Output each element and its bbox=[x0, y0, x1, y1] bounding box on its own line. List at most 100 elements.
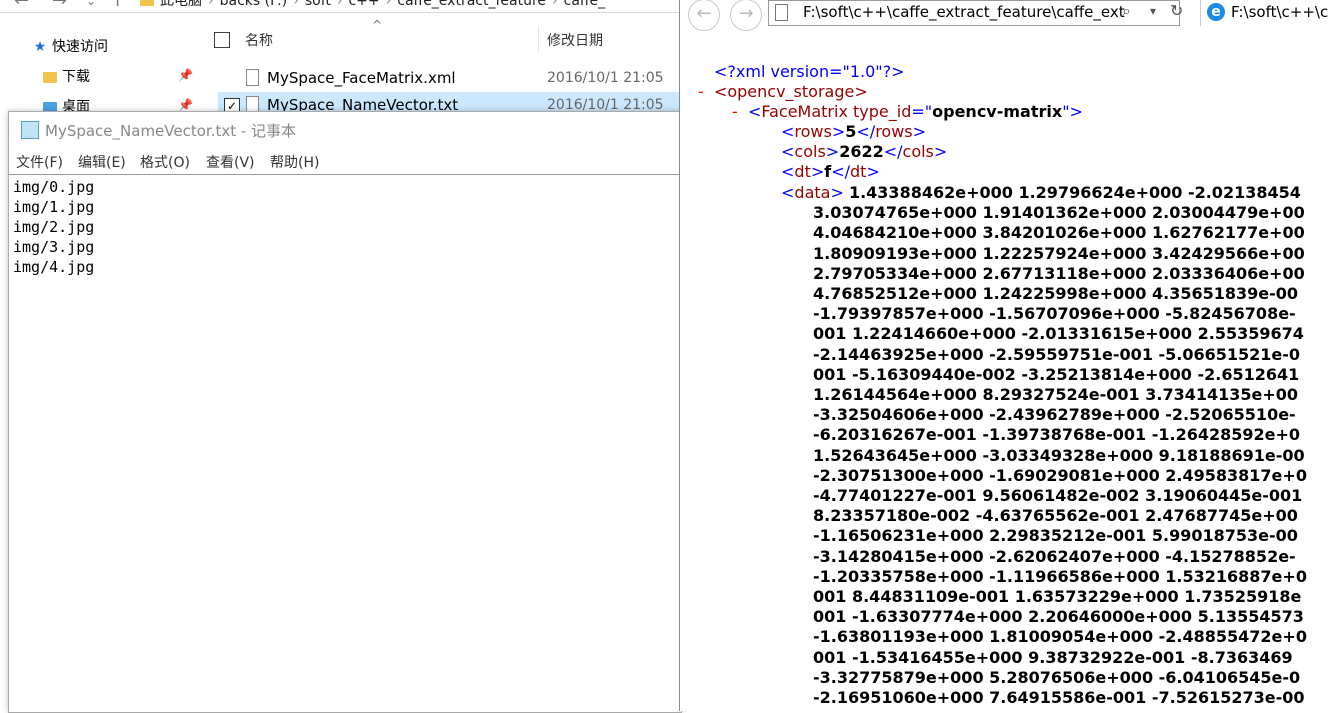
xml-tag-name: FaceMatrix bbox=[761, 102, 848, 121]
menu-edit[interactable]: 编辑(E) bbox=[78, 152, 126, 172]
xml-data-line: -1.63801193e+000 1.81009054e+000 -2.4885… bbox=[813, 627, 1307, 647]
pin-icon[interactable]: 📌 bbox=[178, 98, 193, 112]
collapse-toggle[interactable]: - bbox=[732, 102, 738, 121]
dropdown-icon[interactable]: ▾ bbox=[1150, 4, 1156, 18]
xml-data-line: -1.20335758e+000 -1.11966586e+000 1.5321… bbox=[813, 566, 1307, 586]
menu-view[interactable]: 查看(V) bbox=[206, 152, 255, 172]
notepad-window: MySpace_NameVector.txt - 记事本 文件(F) 编辑(E)… bbox=[8, 111, 682, 713]
forward-button[interactable]: → bbox=[730, 0, 762, 31]
xml-data-line: 001 1.22414660e+000 -2.01331615e+000 2.5… bbox=[813, 324, 1304, 344]
up-arrow-icon[interactable]: ↑ bbox=[110, 0, 125, 11]
column-divider[interactable] bbox=[538, 26, 539, 52]
xml-data-line: 1.80909193e+000 1.22257924e+000 3.424295… bbox=[813, 243, 1305, 263]
breadcrumb-item[interactable]: caffe_ bbox=[564, 0, 606, 9]
breadcrumb: 此电脑 › backs (F:) › soft › c++ › caffe_extract_fe… bbox=[140, 0, 611, 10]
xml-data-line: -1.79397857e+000 -1.56707096e+000 -5.824… bbox=[813, 304, 1296, 324]
menu-file[interactable]: 文件(F) bbox=[16, 152, 63, 172]
nav-item-label: 快速访问 bbox=[52, 39, 108, 55]
tab-title: F:\soft\c++\c bbox=[1231, 3, 1328, 21]
menu-bar: 文件(F) 编辑(E) 格式(O) 查看(V) 帮助(H) bbox=[9, 150, 681, 174]
xml-cols-value: 2622 bbox=[839, 142, 884, 161]
text-line: img/3.jpg bbox=[13, 238, 95, 256]
xml-data-line: -1.16506231e+000 2.29835212e-001 5.99018… bbox=[813, 526, 1298, 546]
text-line: img/2.jpg bbox=[13, 218, 95, 236]
refresh-icon[interactable]: ↻ bbox=[1170, 1, 1183, 20]
navigation-pane: ★ 快速访问 下载 📌 桌面 📌 bbox=[0, 28, 200, 118]
xml-data-line: 8.23357180e-002 -4.63765562e-001 2.47687… bbox=[813, 506, 1298, 526]
xml-data-line: -2.14463925e+000 -2.59559751e-001 -5.066… bbox=[813, 344, 1301, 364]
sort-ascending-icon: ^ bbox=[372, 18, 383, 32]
internet-explorer-window: ← → F:\soft\c++\caffe_extract_feature\ca… bbox=[679, 0, 1328, 711]
breadcrumb-item[interactable]: backs (F:) bbox=[220, 0, 288, 9]
breadcrumb-item[interactable]: 此电脑 bbox=[160, 0, 202, 9]
xml-data-line: 001 -1.63307774e+000 2.20646000e+000 5.1… bbox=[813, 607, 1304, 627]
text-editor-area[interactable]: img/0.jpg img/1.jpg img/2.jpg img/3.jpg … bbox=[9, 174, 679, 710]
file-row[interactable]: MySpace_FaceMatrix.xml 2016/10/1 21:05 bbox=[218, 65, 680, 91]
xml-data-line: -2.30751300e+000 -1.69029081e+000 2.4958… bbox=[813, 465, 1307, 485]
xml-data-text: 1.43388462e+000 1.29796624e+000 -2.02138… bbox=[848, 183, 1301, 202]
breadcrumb-item[interactable]: soft bbox=[305, 0, 331, 9]
browser-toolbar: ← → F:\soft\c++\caffe_extract_feature\ca… bbox=[680, 0, 1328, 31]
xml-data-line: -2.16951060e+000 7.64915586e-001 -7.5261… bbox=[813, 688, 1305, 707]
browser-tab[interactable]: e F:\soft\c++\c bbox=[1200, 0, 1328, 26]
xml-data-line: 1.26144564e+000 8.29327524e-001 3.734141… bbox=[813, 385, 1299, 404]
xml-data-line: -3.32775879e+000 5.28076506e+000 -6.0410… bbox=[813, 667, 1301, 687]
nav-item-quick-access[interactable]: ★ 快速访问 bbox=[32, 36, 108, 58]
menu-format[interactable]: 格式(O) bbox=[140, 152, 190, 172]
address-bar[interactable]: F:\soft\c++\caffe_extract_feature\caffe_… bbox=[768, 0, 1180, 26]
text-line: img/0.jpg bbox=[13, 178, 95, 196]
back-button[interactable]: ← bbox=[688, 0, 720, 31]
breadcrumb-item[interactable]: caffe_extract_feature bbox=[397, 0, 546, 9]
xml-data-line: 4.76852512e+000 1.24225998e+000 4.356518… bbox=[813, 284, 1299, 303]
page-icon bbox=[775, 4, 788, 21]
nav-item-label: 下载 bbox=[62, 69, 90, 85]
xml-attr-value: opencv-matrix bbox=[932, 102, 1063, 121]
xml-data-line: 001 -5.16309440e-002 -3.25213814e+000 -2… bbox=[813, 364, 1300, 384]
file-name: MySpace_FaceMatrix.xml bbox=[267, 69, 456, 87]
xml-attr-name: type_id bbox=[853, 102, 912, 121]
back-arrow-icon[interactable]: ← bbox=[14, 0, 29, 11]
xml-data-line: 001 -1.53416455e+000 9.38732922e-001 -8.… bbox=[813, 647, 1293, 667]
xml-rows-line: <rows>5</rows> bbox=[781, 122, 927, 141]
window-title: MySpace_NameVector.txt - 记事本 bbox=[45, 122, 297, 140]
ie-logo-icon: e bbox=[1207, 3, 1225, 21]
xml-data-line: 4.04684210e+000 3.84201026e+000 1.627621… bbox=[813, 223, 1305, 243]
breadcrumb-separator-icon[interactable]: › bbox=[552, 0, 558, 9]
menu-help[interactable]: 帮助(H) bbox=[270, 152, 319, 172]
collapse-toggle[interactable]: - bbox=[698, 82, 704, 101]
pin-icon[interactable]: 📌 bbox=[178, 68, 193, 82]
forward-arrow-icon[interactable]: → bbox=[52, 0, 67, 11]
text-line: img/1.jpg bbox=[13, 198, 95, 216]
xml-data-line: -3.14280415e+000 -2.62062407e+000 -4.152… bbox=[813, 546, 1296, 566]
xml-rows-value: 5 bbox=[845, 122, 857, 141]
breadcrumb-separator-icon[interactable]: › bbox=[386, 0, 392, 9]
xml-data-line: -4.77401227e-001 9.56061482e-002 3.19060… bbox=[813, 486, 1303, 505]
address-url: F:\soft\c++\caffe_extract_feature\caffe_… bbox=[803, 3, 1125, 21]
file-date: 2016/10/1 21:05 bbox=[547, 70, 664, 86]
chevron-down-icon[interactable]: ⌄ bbox=[86, 0, 96, 8]
xml-pi-text: <?xml version="1.0"?> bbox=[714, 62, 905, 81]
xml-dt-line: <dt>f</dt> bbox=[781, 162, 880, 181]
xml-file-icon bbox=[246, 69, 259, 86]
select-all-checkbox[interactable] bbox=[214, 32, 230, 48]
xml-root-line: - <opencv_storage> bbox=[698, 82, 868, 102]
nav-item-downloads[interactable]: 下载 bbox=[42, 66, 90, 88]
xml-data-line: -3.32504606e+000 -2.43962789e+000 -2.520… bbox=[813, 405, 1296, 425]
column-header-name[interactable]: 名称 bbox=[245, 30, 273, 50]
xml-facematrix-line: - <FaceMatrix type_id="opencv-matrix"> bbox=[732, 102, 1083, 121]
breadcrumb-separator-icon[interactable]: › bbox=[293, 0, 299, 9]
search-icon[interactable]: ⌕ bbox=[1122, 1, 1131, 21]
xml-declaration: <?xml version="1.0"?> bbox=[714, 62, 905, 82]
breadcrumb-item[interactable]: c++ bbox=[348, 0, 379, 9]
xml-data-open-line: <data> 1.43388462e+000 1.29796624e+000 -… bbox=[781, 183, 1301, 202]
column-header-modified[interactable]: 修改日期 bbox=[547, 30, 603, 50]
xml-data-line: 2.79705334e+000 2.67713118e+000 2.033364… bbox=[813, 263, 1305, 283]
xml-data-line: -6.20316267e-001 -1.39738768e-001 -1.264… bbox=[813, 425, 1301, 445]
star-icon: ★ bbox=[33, 39, 47, 55]
breadcrumb-separator-icon[interactable]: › bbox=[208, 0, 214, 9]
notepad-title-bar[interactable]: MySpace_NameVector.txt - 记事本 bbox=[9, 112, 681, 148]
xml-cols-line: <cols>2622</cols> bbox=[781, 142, 948, 161]
explorer-address-bar[interactable]: ← → ⌄ ↑ 此电脑 › backs (F:) › soft › c++ › caffe_ex… bbox=[0, 0, 680, 13]
breadcrumb-separator-icon[interactable]: › bbox=[337, 0, 343, 9]
xml-data-line: 1.52643645e+000 -3.03349328e+000 9.18188… bbox=[813, 445, 1305, 465]
